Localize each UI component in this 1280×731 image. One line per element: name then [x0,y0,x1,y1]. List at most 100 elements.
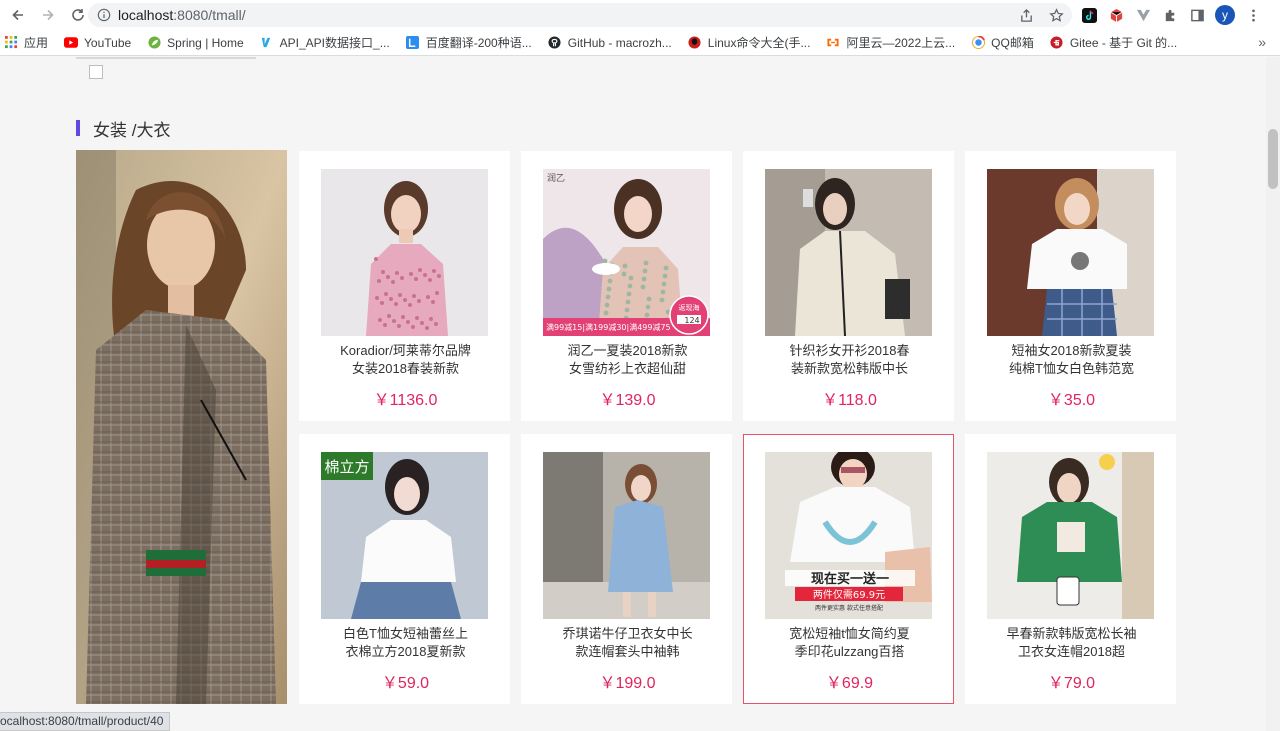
bookmark-item[interactable]: 阿里云—2022上云... [826,34,955,51]
linux-icon [688,36,702,50]
product-title[interactable]: 乔琪诺牛仔卫衣女中长款连帽套头中袖韩 [522,625,733,661]
reload-icon [72,9,84,21]
bookmark-label: QQ邮箱 [991,36,1034,50]
product-price: ￥69.9 [825,675,874,692]
product-title[interactable]: 短袖女2018新款夏装纯棉T恤女白色韩范宽 [966,342,1177,378]
product-price: ￥35.0 [1047,392,1096,409]
more-bookmarks-chevron-icon[interactable]: » [1258,34,1266,50]
bookmark-item[interactable]: YouTube [64,36,131,50]
bookmark-label: YouTube [84,35,132,50]
promo-badge-number: 124 [684,316,699,325]
promo-headline: 现在买一送一 [811,571,889,587]
bookmark-label: Gitee - 基于 Git 的... [1069,36,1178,50]
bookmark-label: Linux命令大全(手... [707,36,811,50]
product-card[interactable]: 乔琪诺牛仔卫衣女中长款连帽套头中袖韩 ￥199.0 [521,434,732,704]
scrollbar[interactable] [1266,57,1280,731]
back-button[interactable] [6,3,30,27]
forward-arrow-icon [43,9,54,21]
brand-label: 棉立方 [324,458,369,476]
bookmark-label: GitHub - macrozh... [567,35,672,50]
product-title[interactable]: 白色T恤女短袖蕾丝上衣棉立方2018夏新款 [300,625,511,661]
section-title: 女装 /大衣 [76,119,170,140]
bookmark-star-icon[interactable] [1048,7,1064,23]
product-price: ￥1136.0 [373,392,438,409]
back-arrow-icon [12,9,23,21]
product-card[interactable]: 早春新款韩版宽松长袖卫衣女连帽2018超 ￥79.0 [965,434,1176,704]
api-logo-icon [260,36,274,50]
scrollbar-thumb[interactable] [1268,129,1278,189]
bookmark-item[interactable]: 应用 [4,34,48,51]
section-accent-bar [76,120,80,136]
product-image[interactable] [987,169,1154,336]
product-title[interactable]: 针织衫女开衫2018春装新款宽松韩版中长 [744,342,955,378]
cube-extension-icon[interactable] [1107,6,1125,24]
product-price: ￥79.0 [1047,675,1096,692]
baidu-translate-icon [406,36,420,50]
product-price: ￥118.0 [822,392,877,409]
product-image[interactable] [321,169,488,336]
product-card[interactable]: Koradior/珂莱蒂尔品牌女装2018春装新款 ￥1136.0 [299,151,510,421]
promo-subline: 两件更实惠 款式任意搭配 [815,604,883,612]
url-host: localhost [118,7,174,23]
product-card[interactable]: 棉立方白色T恤女短袖蕾丝上衣棉立方2018夏新款 ￥59.0 [299,434,510,704]
product-price: ￥199.0 [599,675,656,692]
promo-price-line: 两件仅需69.9元 [813,589,885,601]
product-image[interactable] [543,452,710,619]
profile-avatar[interactable]: y [1215,5,1235,25]
tiktok-extension-icon[interactable] [1080,6,1098,24]
broken-image-icon [89,65,103,79]
section-title-text: 女装 /大衣 [93,120,171,140]
address-bar[interactable]: localhost:8080/tmall/ [88,3,1072,27]
extensions-puzzle-icon[interactable] [1161,6,1179,24]
product-image[interactable]: 棉立方 [321,452,488,619]
product-title[interactable]: Koradior/珂莱蒂尔品牌女装2018春装新款 [300,342,511,378]
product-image[interactable]: 满99减15|满199减30|满499减75 返现海 124 润乙 [543,169,710,336]
bookmark-item[interactable]: API_API数据接口_... [260,34,390,51]
product-price: ￥139.0 [599,392,656,409]
qq-mail-icon [971,36,985,50]
bookmark-label: 应用 [24,36,49,50]
product-image[interactable] [765,169,932,336]
forward-button[interactable] [36,3,60,27]
product-image[interactable]: 现在买一送一两件仅需69.9元两件更实惠 款式任意搭配 [765,452,932,619]
bookmark-item[interactable]: 百度翻译-200种语... [406,34,532,51]
promo-strip-text: 满99减15|满199减30|满499减75 [546,322,671,332]
share-icon[interactable] [1018,7,1034,23]
side-panel-icon[interactable] [1188,6,1206,24]
gitee-icon [1050,36,1064,50]
reload-button[interactable] [66,3,90,27]
aliyun-icon [826,36,840,50]
product-card[interactable]: 满99减15|满199减30|满499减75 返现海 124 润乙润乙一夏装2018新… [521,151,732,421]
product-title[interactable]: 早春新款韩版宽松长袖卫衣女连帽2018超 [966,625,1177,661]
url-text: localhost:8080/tmall/ [118,7,246,23]
brand-watermark: 润乙 [547,172,565,184]
product-price: ￥59.0 [381,675,430,692]
bookmark-item[interactable]: GitHub - macrozh... [548,36,672,50]
bookmark-item[interactable]: Gitee - 基于 Git 的... [1050,34,1177,51]
apps-grid-icon [4,36,18,50]
product-card[interactable]: 现在买一送一两件仅需69.9元两件更实惠 款式任意搭配宽松短袖t恤女简约夏季印花… [743,434,954,704]
bookmark-label: API_API数据接口_... [279,36,390,50]
category-banner-image[interactable] [76,150,287,704]
menu-kebab-icon[interactable] [1244,6,1262,24]
spring-leaf-icon [147,36,161,50]
site-info-icon[interactable] [96,7,112,23]
url-path: :8080/tmall/ [173,7,246,23]
product-title[interactable]: 润乙一夏装2018新款女雪纺衫上衣超仙甜 [522,342,733,378]
bookmark-label: 百度翻译-200种语... [425,36,532,50]
product-card[interactable]: 短袖女2018新款夏装纯棉T恤女白色韩范宽 ￥35.0 [965,151,1176,421]
status-url-tooltip: ocalhost:8080/tmall/product/40 [0,712,171,731]
vue-devtools-icon[interactable] [1134,6,1152,24]
bookmark-item[interactable]: Linux命令大全(手... [688,34,811,51]
product-title[interactable]: 宽松短袖t恤女简约夏季印花ulzzang百搭 [744,625,955,661]
bookmark-item[interactable]: Spring | Home [147,35,244,50]
youtube-icon [64,36,79,50]
browser-toolbar: localhost:8080/tmall/ y [0,0,1280,30]
bookmark-label: Spring | Home [167,35,244,50]
bookmark-item[interactable]: QQ邮箱 [971,34,1034,51]
bookmark-label: 阿里云—2022上云... [846,36,956,50]
promo-badge-text: 返现海 [679,303,700,312]
bookmarks-bar: 应用 YouTube Spring | Home API_API数据接口_... 百度翻… [0,30,1280,56]
product-card[interactable]: 针织衫女开衫2018春装新款宽松韩版中长 ￥118.0 [743,151,954,421]
product-image[interactable] [987,452,1154,619]
